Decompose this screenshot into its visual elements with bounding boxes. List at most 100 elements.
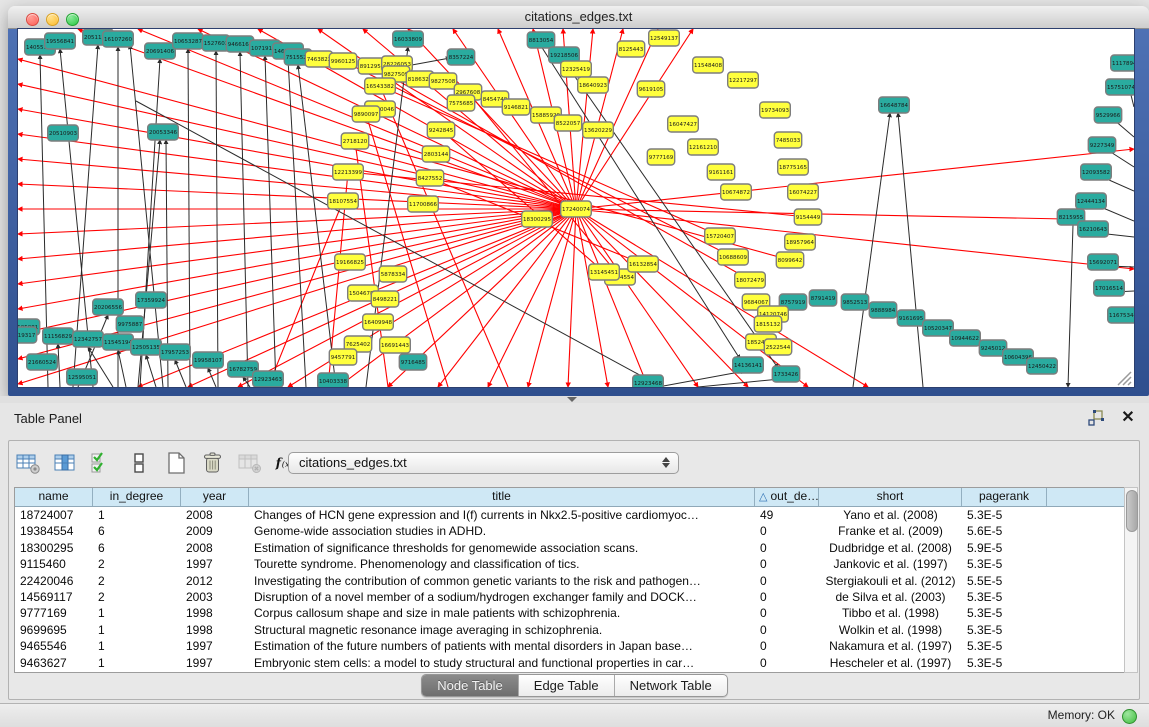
graph-node[interactable]: 9716485: [399, 354, 426, 370]
graph-edge[interactable]: [853, 113, 890, 387]
table-row[interactable]: 1872400712008Changes of HCN gene express…: [15, 507, 1131, 523]
graph-edge[interactable]: [216, 51, 218, 387]
graph-node[interactable]: 19734093: [760, 102, 791, 118]
graph-node[interactable]: 12213399: [333, 164, 364, 180]
graph-node[interactable]: 8498221: [371, 291, 398, 307]
tab-edge-table[interactable]: Edge Table: [519, 675, 615, 696]
graph-node[interactable]: 10403338: [318, 373, 349, 387]
graph-edge[interactable]: [240, 52, 248, 387]
graph-edge[interactable]: [265, 56, 276, 387]
graph-node[interactable]: 21660524: [27, 354, 58, 370]
float-window-icon[interactable]: [1087, 409, 1105, 427]
graph-node[interactable]: 12450422: [1027, 358, 1058, 374]
table-row[interactable]: 969969511998Structural magnetic resonanc…: [15, 622, 1131, 638]
graph-node[interactable]: 12217297: [728, 72, 759, 88]
graph-edge[interactable]: [1068, 225, 1073, 387]
graph-node[interactable]: 18072479: [735, 272, 766, 288]
table-row[interactable]: 946362711997Embryonic stem cells: a mode…: [15, 655, 1131, 671]
graph-node[interactable]: 12161210: [688, 139, 719, 155]
graph-node[interactable]: 9457791: [329, 349, 356, 365]
graph-node[interactable]: 1527602: [202, 35, 229, 51]
graph-node[interactable]: 3919317: [18, 327, 37, 343]
graph-node[interactable]: 9888984: [869, 302, 896, 318]
graph-node[interactable]: 9975887: [116, 316, 143, 332]
row-height-icon[interactable]: [126, 451, 152, 475]
graph-node[interactable]: 1733426: [772, 366, 799, 382]
graph-node[interactable]: 12923468: [633, 375, 664, 387]
graph-node[interactable]: 16047427: [668, 116, 699, 132]
graph-node[interactable]: 5878334: [379, 266, 406, 282]
table-mode-icon[interactable]: [15, 451, 41, 475]
graph-node[interactable]: 10944622: [950, 330, 981, 346]
graph-edge[interactable]: [18, 209, 576, 384]
graph-node[interactable]: 17240074: [561, 201, 592, 217]
graph-node[interactable]: 8125443: [617, 41, 644, 57]
graph-node[interactable]: 18300295: [522, 211, 553, 227]
table-row[interactable]: 1456911722003Disruption of a novel membe…: [15, 589, 1131, 605]
graph-node[interactable]: 15751074: [1106, 79, 1134, 95]
graph-node[interactable]: 9146821: [502, 99, 529, 115]
graph-node[interactable]: 12505135: [131, 339, 162, 355]
graph-node[interactable]: 10653287: [173, 33, 204, 49]
graph-node[interactable]: 15720407: [705, 228, 736, 244]
graph-edge[interactable]: [576, 209, 608, 387]
graph-node[interactable]: 9161695: [897, 310, 924, 326]
graph-node[interactable]: 12549137: [649, 30, 680, 46]
panel-splitter[interactable]: [0, 396, 1149, 403]
graph-node[interactable]: 9154449: [794, 209, 821, 225]
table-row[interactable]: 911546021997Tourette syndrome. Phenomeno…: [15, 556, 1131, 572]
graph-node[interactable]: 12444134: [1076, 193, 1107, 209]
tab-node-table[interactable]: Node Table: [422, 675, 519, 696]
graph-node[interactable]: 9890097: [352, 106, 379, 122]
table-row[interactable]: 1830029562008Estimation of significance …: [15, 540, 1131, 556]
graph-node[interactable]: 8813054: [527, 32, 554, 48]
column-header-out_degree[interactable]: △out_de…: [755, 488, 819, 506]
graph-node[interactable]: 9960125: [329, 53, 356, 69]
network-table-select[interactable]: citations_edges.txt: [288, 452, 679, 474]
graph-node[interactable]: 9227349: [1088, 137, 1115, 153]
graph-node[interactable]: 17016514: [1094, 280, 1125, 296]
graph-node[interactable]: 7575685: [447, 95, 474, 111]
graph-node[interactable]: 14136141: [733, 357, 764, 373]
graph-node[interactable]: 18640923: [578, 77, 609, 93]
graph-node[interactable]: 13620229: [583, 122, 614, 138]
close-panel-icon[interactable]: ✕: [1119, 409, 1137, 427]
graph-node[interactable]: 12342757: [73, 331, 104, 347]
graph-node[interactable]: 10520347: [923, 320, 954, 336]
graph-node[interactable]: 15692071: [1088, 254, 1119, 270]
table-row[interactable]: 946554611997Estimation of the future num…: [15, 638, 1131, 654]
graph-node[interactable]: 2718120: [341, 133, 368, 149]
graph-node[interactable]: 16107260: [103, 31, 134, 47]
graph-node[interactable]: 8522057: [554, 115, 581, 131]
graph-node[interactable]: 16033809: [393, 31, 424, 47]
graph-edge[interactable]: [658, 371, 745, 387]
graph-node[interactable]: 16543382: [365, 78, 396, 94]
graph-node[interactable]: 20053346: [148, 124, 179, 140]
graph-edge[interactable]: [898, 113, 923, 387]
tab-network-table[interactable]: Network Table: [615, 675, 727, 696]
graph-node[interactable]: 19958107: [193, 352, 224, 368]
select-all-icon[interactable]: [89, 451, 115, 475]
show-columns-icon[interactable]: [52, 451, 78, 475]
graph-node[interactable]: 9619105: [637, 81, 664, 97]
graph-edge[interactable]: [118, 350, 126, 387]
graph-edge[interactable]: [188, 49, 190, 387]
graph-node[interactable]: 16210643: [1078, 221, 1109, 237]
graph-node[interactable]: 7463822: [305, 51, 332, 67]
vertical-scrollbar-thumb[interactable]: [1126, 490, 1138, 532]
graph-node[interactable]: 2803144: [422, 146, 449, 162]
graph-node[interactable]: 16132854: [628, 256, 659, 272]
graph-node[interactable]: 8791419: [809, 290, 836, 306]
graph-node[interactable]: 11545194: [103, 334, 134, 350]
network-canvas[interactable]: 1405572419556841205112311610726020691406…: [18, 29, 1134, 387]
column-header-name[interactable]: name: [15, 488, 93, 506]
graph-node[interactable]: 17359924: [136, 292, 167, 308]
graph-edge[interactable]: [576, 29, 658, 209]
column-header-in_degree[interactable]: in_degree: [93, 488, 181, 506]
graph-node[interactable]: 12325419: [561, 61, 592, 77]
graph-edge[interactable]: [698, 379, 780, 387]
network-window-titlebar[interactable]: citations_edges.txt: [8, 6, 1149, 29]
graph-node[interactable]: 16409948: [363, 314, 394, 330]
graph-node[interactable]: 9529966: [1094, 107, 1121, 123]
graph-node[interactable]: 11548408: [693, 57, 724, 73]
